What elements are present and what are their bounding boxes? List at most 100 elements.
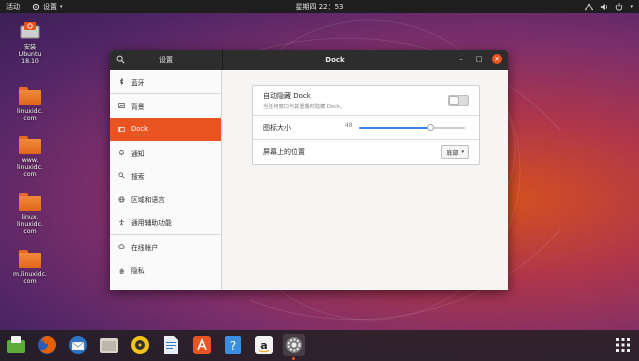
cloud-icon [118, 244, 125, 249]
position-dropdown[interactable]: 底部 ▾ [441, 145, 469, 159]
sidebar-item-search[interactable]: 搜索 [110, 164, 221, 187]
ubuntu-software-icon [7, 336, 25, 353]
sidebar-item-label: 蓝牙 [131, 78, 145, 87]
autohide-title: 自动隐藏 Dock [263, 92, 311, 100]
amazon-icon: a [255, 336, 273, 354]
dock-app-rhythmbox[interactable] [129, 334, 151, 356]
sidebar-item-region-language[interactable]: 区域和语言 [110, 187, 221, 210]
dock-app-help[interactable]: ? [222, 334, 244, 356]
power-icon [616, 2, 623, 10]
rhythmbox-icon [131, 336, 149, 354]
clock[interactable]: 星期四 22：53 [0, 2, 639, 12]
folder-icon [19, 87, 41, 105]
sidebar-item-online-accounts[interactable]: 在线帐户 [110, 235, 221, 258]
folder-icon [19, 136, 41, 154]
sidebar-item-label: 背景 [131, 102, 145, 111]
accessibility-icon [119, 219, 124, 226]
sidebar-item-label: 通知 [131, 149, 145, 158]
desktop-icon-label: linuxidc. com [17, 108, 43, 122]
desktop-icon-folder[interactable]: www. linuxidc. com [10, 136, 50, 178]
dock-app-settings[interactable] [283, 334, 305, 360]
sidebar-item-accessibility[interactable]: 通用辅助功能 [110, 211, 221, 234]
desktop-icon-label: www. linuxidc. com [17, 157, 43, 178]
bluetooth-icon [119, 78, 124, 86]
sidebar-item-label: 区域和语言 [131, 196, 165, 205]
dock: ? a [0, 330, 639, 361]
dock-app-firefox[interactable] [36, 334, 58, 356]
settings-window: 设置 Dock – □ × 蓝牙 背景 Dock 通知 搜索 区域和语言 通用辅… [110, 50, 508, 290]
folder-icon [19, 193, 41, 211]
globe-icon [118, 196, 125, 203]
sidebar-item-label: 搜索 [131, 172, 145, 181]
settings-icon [286, 337, 302, 353]
thunderbird-icon [69, 336, 87, 354]
svg-text:a: a [260, 339, 267, 352]
software-center-icon [193, 336, 211, 354]
sidebar-item-label: 在线帐户 [131, 243, 159, 252]
icon-size-value: 48 [345, 123, 353, 129]
system-tray[interactable]: ▾ [585, 2, 633, 11]
sidebar-item-label: 通用辅助功能 [131, 219, 172, 228]
bell-icon [119, 150, 124, 156]
background-icon [118, 103, 125, 109]
sidebar-title: 设置 [159, 56, 173, 64]
position-label: 屏幕上的位置 [263, 148, 305, 156]
dock-app-thunderbird[interactable] [67, 334, 89, 356]
slider-handle[interactable] [426, 124, 434, 131]
hand-icon [119, 267, 124, 274]
dock-app-libreoffice-writer[interactable] [160, 334, 182, 356]
grid-icon [616, 338, 630, 352]
ubuntu-installer-icon [20, 22, 40, 39]
desktop-icon-folder[interactable]: linuxidc. com [10, 87, 50, 122]
desktop-icon-label: 安装 Ubuntu 18.10 [18, 44, 42, 65]
dock-app-files[interactable] [98, 334, 120, 356]
libreoffice-writer-icon [164, 336, 178, 354]
search-icon [118, 172, 125, 179]
chevron-down-icon: ▾ [630, 3, 633, 10]
page-title: Dock [325, 56, 345, 64]
firefox-icon [38, 336, 56, 354]
toggle-knob [449, 96, 459, 105]
svg-text:?: ? [230, 339, 236, 353]
desktop-icon-folder[interactable]: linux. linuxidc. com [10, 193, 50, 235]
icon-size-label: 图标大小 [263, 123, 291, 132]
sidebar-item-notifications[interactable]: 通知 [110, 141, 221, 164]
window-titlebar[interactable]: 设置 Dock – □ × [110, 50, 508, 70]
sidebar-item-privacy[interactable]: 隐私 [110, 258, 221, 281]
desktop-icon-label: m.linuxidc. com [13, 271, 47, 285]
icon-size-slider[interactable] [359, 124, 465, 131]
autohide-toggle[interactable] [448, 95, 469, 106]
sidebar-item-bluetooth[interactable]: 蓝牙 [110, 70, 221, 93]
sidebar-item-label: 隐私 [131, 267, 145, 276]
show-applications-button[interactable] [612, 334, 634, 356]
dock-app-ubuntu-software[interactable] [5, 334, 27, 356]
files-icon [100, 338, 118, 353]
dock-settings-content: 自动隐藏 Dock 当任何窗口与其重叠时隐藏 Dock。 图标大小 48 屏幕上… [222, 70, 508, 290]
volume-icon [601, 3, 608, 10]
maximize-button[interactable]: □ [474, 54, 484, 64]
chevron-down-icon: ▾ [461, 149, 464, 155]
position-value: 底部 [446, 149, 459, 157]
dock-icon [118, 126, 125, 132]
icon-size-row: 图标大小 48 [253, 116, 479, 140]
window-controls: – □ × [456, 54, 502, 64]
minimize-button[interactable]: – [456, 54, 466, 64]
position-row: 屏幕上的位置 底部 ▾ [253, 140, 479, 164]
sidebar-item-dock[interactable]: Dock [110, 117, 221, 141]
sidebar-item-label: Dock [131, 125, 149, 134]
folder-icon [19, 250, 41, 268]
dock-app-software-center[interactable] [191, 334, 213, 356]
dock-settings-panel: 自动隐藏 Dock 当任何窗口与其重叠时隐藏 Dock。 图标大小 48 屏幕上… [252, 85, 480, 165]
autohide-row[interactable]: 自动隐藏 Dock 当任何窗口与其重叠时隐藏 Dock。 [253, 86, 479, 116]
slider-fill [359, 127, 431, 129]
desktop-icon-label: linux. linuxidc. com [17, 214, 43, 235]
desktop-icon-folder[interactable]: m.linuxidc. com [10, 250, 50, 285]
settings-sidebar: 蓝牙 背景 Dock 通知 搜索 区域和语言 通用辅助功能 在线帐户 隐私 [110, 70, 222, 290]
network-icon [585, 3, 594, 10]
sidebar-item-background[interactable]: 背景 [110, 94, 221, 117]
close-button[interactable]: × [492, 54, 502, 64]
top-bar: 活动 设置 ▾ 星期四 22：53 ▾ [0, 0, 639, 13]
autohide-subtitle: 当任何窗口与其重叠时隐藏 Dock。 [263, 104, 346, 110]
dock-app-amazon[interactable]: a [253, 334, 275, 356]
desktop-icon-installer[interactable]: 安装 Ubuntu 18.10 [10, 20, 50, 65]
